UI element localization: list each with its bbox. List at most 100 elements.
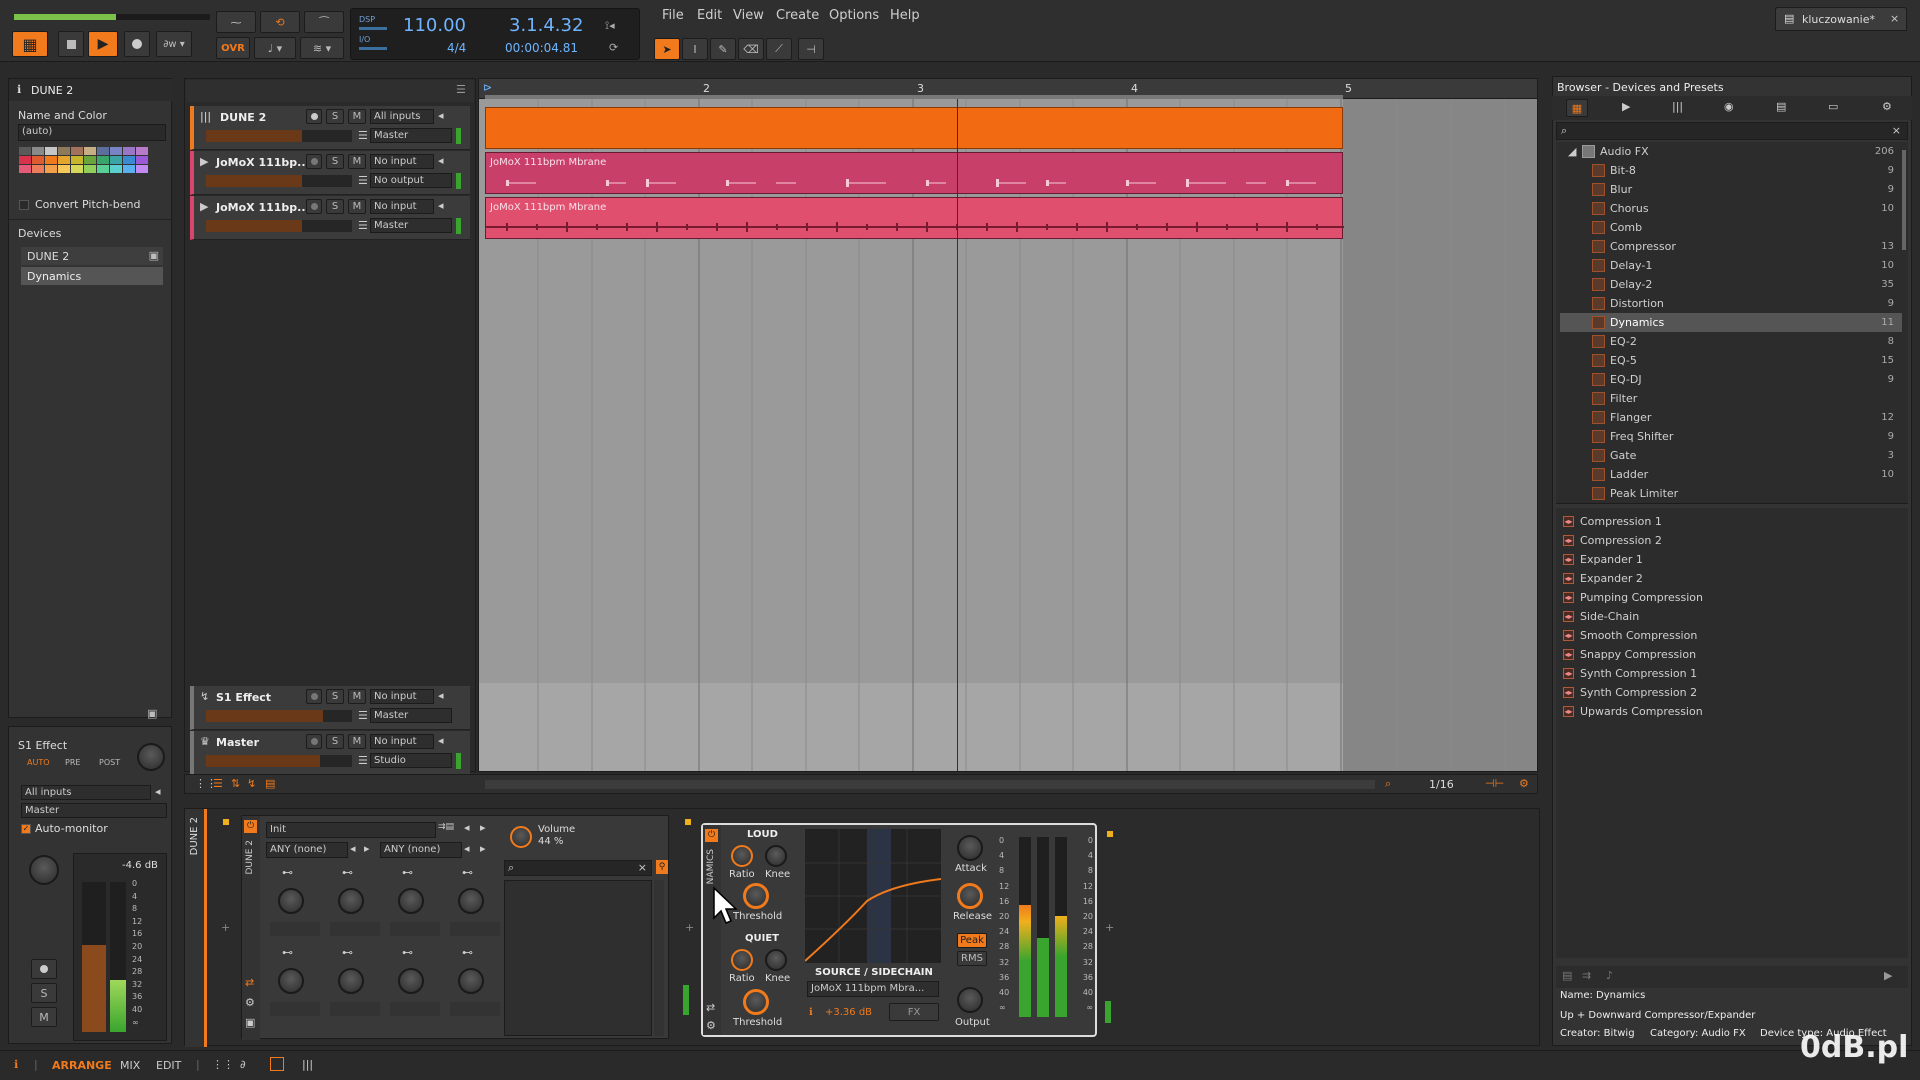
monitor-icon[interactable]: ◂ (438, 734, 444, 747)
mute-button[interactable]: M (348, 689, 366, 704)
mod-a-prev-icon[interactable]: ◂ (350, 842, 356, 855)
pan-knob[interactable] (29, 855, 59, 885)
knife-tool[interactable]: ⟋ (766, 38, 792, 60)
clear-search-icon[interactable]: × (1892, 124, 1901, 137)
parameter-scrollbar[interactable] (654, 880, 664, 1036)
peak-button[interactable]: Peak (957, 933, 987, 948)
browser-item[interactable]: Delay-2 35 (1560, 275, 1902, 294)
input-select[interactable]: All inputs (370, 109, 434, 124)
solo-button[interactable]: S (326, 689, 344, 704)
macro-map-icon[interactable]: ⊷ (282, 866, 293, 879)
preset-select[interactable]: Init (266, 822, 436, 838)
macro-knob[interactable] (278, 888, 304, 914)
settings-icon[interactable]: ⚙ (1519, 777, 1529, 790)
send-mode-auto[interactable]: AUTO (27, 758, 50, 767)
list-view-icon[interactable]: ☰ (213, 777, 223, 790)
macro-knob[interactable] (278, 968, 304, 994)
mute-button[interactable]: M (348, 734, 366, 749)
preset-item[interactable]: ◂▸ Upwards Compression (1560, 702, 1902, 721)
signature-display[interactable]: 4/4 (447, 41, 466, 55)
macro-knob[interactable] (398, 968, 424, 994)
time-display[interactable]: 00:00:04.81 (505, 41, 578, 55)
clip-jomox-2[interactable]: JoMoX 111bpm Mbrane (485, 197, 1344, 239)
insert-device-icon[interactable]: + (685, 921, 694, 934)
browser-item[interactable]: Ladder 10 (1560, 465, 1902, 484)
solo-button[interactable]: S (326, 154, 344, 169)
track-row-dune[interactable]: ||| DUNE 2 S M All inputs ◂ ☰ Master (190, 106, 470, 150)
browser-item[interactable]: Chorus 10 (1560, 199, 1902, 218)
mod-b-prev-icon[interactable]: ◂ (464, 842, 470, 855)
device-window-icon[interactable]: ▣ (149, 249, 159, 262)
quiet-knee-knob[interactable] (765, 949, 787, 971)
inspector-solo-button[interactable]: S (31, 983, 57, 1003)
convert-pitchbend-checkbox[interactable] (19, 200, 29, 210)
auto-monitor-checkbox[interactable]: ✓ (21, 824, 31, 834)
position-display[interactable]: 3.1.4.32 (509, 15, 583, 36)
browser-tab-multisamples-icon[interactable]: ||| (1672, 100, 1683, 113)
power-icon[interactable]: ⏻ (705, 829, 718, 842)
menu-create[interactable]: Create (776, 8, 819, 23)
track-name-field[interactable]: (auto) (18, 124, 166, 141)
monitor-icon[interactable]: ◂ (438, 689, 444, 702)
automation-editor-icon[interactable]: ∂ (240, 1058, 246, 1071)
browser-item[interactable]: EQ-5 15 (1560, 351, 1902, 370)
volume-fader-track[interactable] (82, 882, 106, 1032)
horizontal-scrollbar[interactable] (485, 780, 1375, 789)
loud-knee-knob[interactable] (765, 845, 787, 867)
browser-tab-samples-icon[interactable]: ▶ (1622, 100, 1630, 113)
browser-item[interactable]: Compressor 13 (1560, 237, 1902, 256)
color-palette[interactable] (19, 147, 167, 185)
monitor-icon[interactable]: ◂ (438, 199, 444, 212)
curve-button-2[interactable]: ⁀ (304, 11, 344, 33)
browser-item[interactable]: Distortion 9 (1560, 294, 1902, 313)
audition-icon[interactable]: ⇉ (1582, 969, 1591, 982)
automation-lanes-icon[interactable]: ↯ (247, 777, 256, 790)
mod-a-next-icon[interactable]: ▸ (364, 842, 370, 855)
browser-item[interactable]: Peak Limiter (1560, 484, 1902, 503)
send-mode-pre[interactable]: PRE (65, 758, 80, 767)
layout-icon[interactable]: ▤ (265, 777, 275, 790)
preset-item[interactable]: ◂▸ Synth Compression 1 (1560, 664, 1902, 683)
device-panel-toggle-icon[interactable] (270, 1057, 284, 1071)
sidechain-gain[interactable]: +3.36 dB (825, 1007, 872, 1018)
speaker-icon[interactable]: ♪ (1606, 969, 1613, 982)
browser-settings-icon[interactable]: ⚙ (1882, 100, 1892, 113)
follow-icon[interactable]: ⟟◂ (605, 19, 615, 33)
solo-button[interactable]: S (326, 199, 344, 214)
output-select[interactable]: Master (370, 708, 452, 723)
eraser-tool[interactable]: ⌫ (738, 38, 764, 60)
track-row-jomox-1[interactable]: ▶ JoMoX 111bp... S M No input ◂ ☰ No out… (190, 151, 470, 195)
inspector-mute-button[interactable]: M (31, 1007, 57, 1027)
timeline-area[interactable]: ⊳ 2 3 4 5 JoMoX 111bpm Mbrane JoMoX 111b… (478, 78, 1538, 772)
output-select[interactable]: Master (370, 218, 452, 233)
project-tab[interactable]: ▤ kluczowanie* × (1775, 7, 1907, 31)
loop-start-marker[interactable]: ⊳ (483, 81, 492, 94)
prev-preset-icon[interactable]: ◂ (464, 821, 470, 834)
record-arm-button[interactable] (306, 109, 322, 124)
track-row-s1-effect[interactable]: ↯ S1 Effect S M No input ◂ ☰ Master (190, 686, 470, 730)
volume-knob[interactable] (510, 826, 532, 848)
menu-edit[interactable]: Edit (697, 8, 722, 23)
tempo-display[interactable]: 110.00 (403, 15, 466, 36)
preset-item[interactable]: ◂▸ Side-Chain (1560, 607, 1902, 626)
preset-item[interactable]: ◂▸ Pumping Compression (1560, 588, 1902, 607)
grid-resolution[interactable]: 1/16 (1429, 778, 1454, 791)
quiet-ratio-knob[interactable] (731, 949, 753, 971)
record-button[interactable] (124, 31, 150, 57)
device-settings-icon[interactable]: ⚙ (245, 996, 255, 1009)
browser-item[interactable]: Delay-1 10 (1560, 256, 1902, 275)
browser-tab-devices[interactable]: ▦ (1566, 99, 1588, 117)
clear-search-icon[interactable]: × (638, 861, 647, 874)
metronome-button[interactable]: ♩ ▾ (254, 37, 296, 59)
browser-item[interactable]: Gate 3 (1560, 446, 1902, 465)
browser-item[interactable]: EQ-DJ 9 (1560, 370, 1902, 389)
record-arm-button[interactable] (306, 199, 322, 214)
menu-file[interactable]: File (662, 8, 684, 23)
record-arm-button[interactable] (306, 689, 322, 704)
browser-tab-music-icon[interactable]: ◉ (1724, 100, 1734, 113)
preset-item[interactable]: ◂▸ Synth Compression 2 (1560, 683, 1902, 702)
mix-tab[interactable]: MIX (120, 1059, 140, 1072)
macro-knob[interactable] (338, 888, 364, 914)
macro-map-icon[interactable]: ⊷ (342, 866, 353, 879)
monitor-icon[interactable]: ◂ (438, 154, 444, 167)
